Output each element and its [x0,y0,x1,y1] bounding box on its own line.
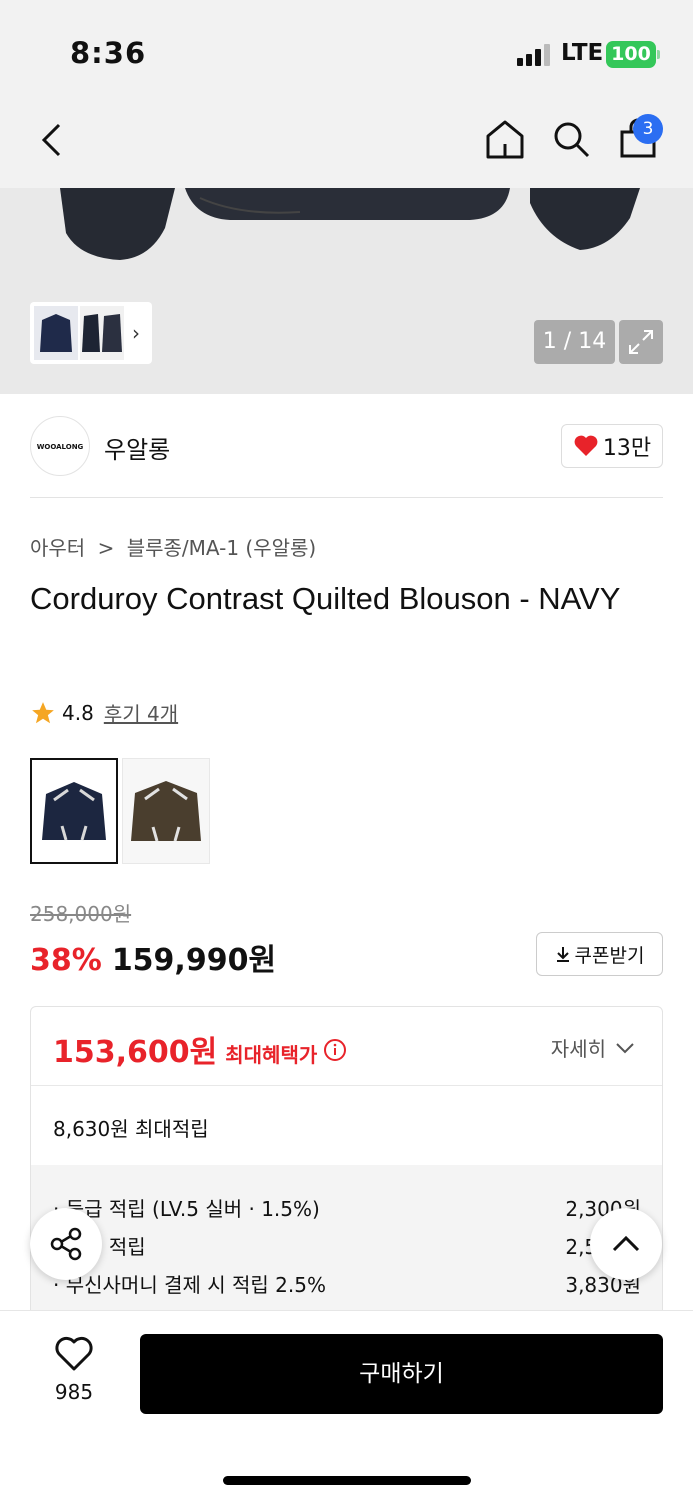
top-bar: 8:36 LTE 100 3 [0,0,693,188]
navy-jacket-image [32,760,116,862]
max-benefit-label: 최대혜택가 [225,1043,318,1067]
divider [30,497,663,498]
benefit-detail-toggle[interactable]: 자세히 [551,1033,636,1062]
home-button[interactable] [482,116,528,162]
breadcrumb: 아우터 > 블루종/MA-1 (우알롱) [30,532,316,561]
max-benefit-price: 153,600원 [53,1035,218,1070]
chevron-right-icon: › [132,321,140,345]
star-icon [32,701,54,723]
discount-rate: 38% [30,943,102,978]
share-button[interactable] [30,1208,102,1280]
battery-tip [657,50,660,59]
points-row-label: · 무신사머니 결제 시 적립 2.5% [53,1273,326,1297]
home-icon [486,120,524,159]
benefit-box: 153,600원 최대혜택가 자세히 8,630원 최대적립 · 등급 적립 (… [30,1006,663,1326]
points-row: · 등급 적립 (LV.5 실버 · 1.5%) 2,300원 [53,1193,641,1222]
rating: 4.8 후기 4개 [30,698,178,727]
coupon-label: 쿠폰받기 [574,944,645,967]
original-price: 258,000원 [30,902,132,926]
points-row: · 무신사머니 결제 시 적립 2.5% 3,830원 [53,1269,641,1298]
heart-filled-icon [574,435,598,456]
points-breakdown: · 등급 적립 (LV.5 실버 · 1.5%) 2,300원 · 후기 적립 … [31,1165,662,1325]
brand-like-count: 13만 [602,436,652,461]
benefit-detail-label: 자세히 [550,1037,606,1061]
brand-like-button[interactable]: 13만 [561,424,663,468]
max-points: 8,630원 최대적립 [53,1117,209,1141]
breadcrumb-category[interactable]: 아우터 [30,536,85,560]
thumbnail-strip[interactable]: › [30,302,152,364]
battery-icon: 100 [606,41,656,68]
coupon-button[interactable]: 쿠폰받기 [536,932,663,976]
image-counter: 1 / 14 [534,320,615,364]
network-label: LTE [561,40,604,66]
expand-icon [629,330,653,354]
breadcrumb-subcategory[interactable]: 블루종/MA-1 (우알롱) [127,536,317,560]
color-option-navy[interactable] [30,758,118,864]
back-button[interactable] [30,118,74,162]
rating-value: 4.8 [62,700,94,725]
points-row-label: · 등급 적립 (LV.5 실버 · 1.5%) [53,1197,320,1221]
status-time: 8:36 [70,36,147,70]
sale-price: 159,990원 [111,943,277,978]
thumbnail-image [34,306,78,360]
thumbnail-image [80,306,124,360]
search-icon [554,122,590,158]
expand-button[interactable] [619,320,663,364]
max-benefit-header: 153,600원 최대혜택가 [53,1027,347,1071]
points-row: · 후기 적립 2,500원 [53,1231,641,1260]
chevron-up-icon [612,1235,640,1252]
share-icon [50,1227,82,1261]
search-button[interactable] [548,116,594,162]
brand-logo[interactable]: WOOALONG [30,416,90,476]
wishlist-button[interactable]: 985 [42,1336,106,1404]
reviews-link[interactable]: 후기 4개 [104,698,178,727]
scroll-top-button[interactable] [590,1208,662,1280]
brand-name[interactable]: 우알롱 [104,430,170,465]
price-row: 38% 159,990원 [30,935,276,979]
wishlist-count: 985 [54,1380,94,1404]
color-option-brown[interactable] [122,758,210,864]
brown-jacket-image [123,759,209,863]
breadcrumb-separator: > [97,536,115,560]
signal-icon [517,44,551,66]
chevron-down-icon [616,1042,634,1053]
heart-outline-icon [55,1336,93,1371]
home-indicator [223,1476,471,1485]
cart-count-badge: 3 [633,114,663,144]
download-icon [556,947,569,962]
divider [31,1085,662,1086]
chevron-left-icon [41,123,61,157]
info-icon[interactable] [323,1038,347,1062]
buy-button[interactable]: 구매하기 [140,1334,663,1414]
product-title: Corduroy Contrast Quilted Blouson - NAVY [30,581,621,616]
